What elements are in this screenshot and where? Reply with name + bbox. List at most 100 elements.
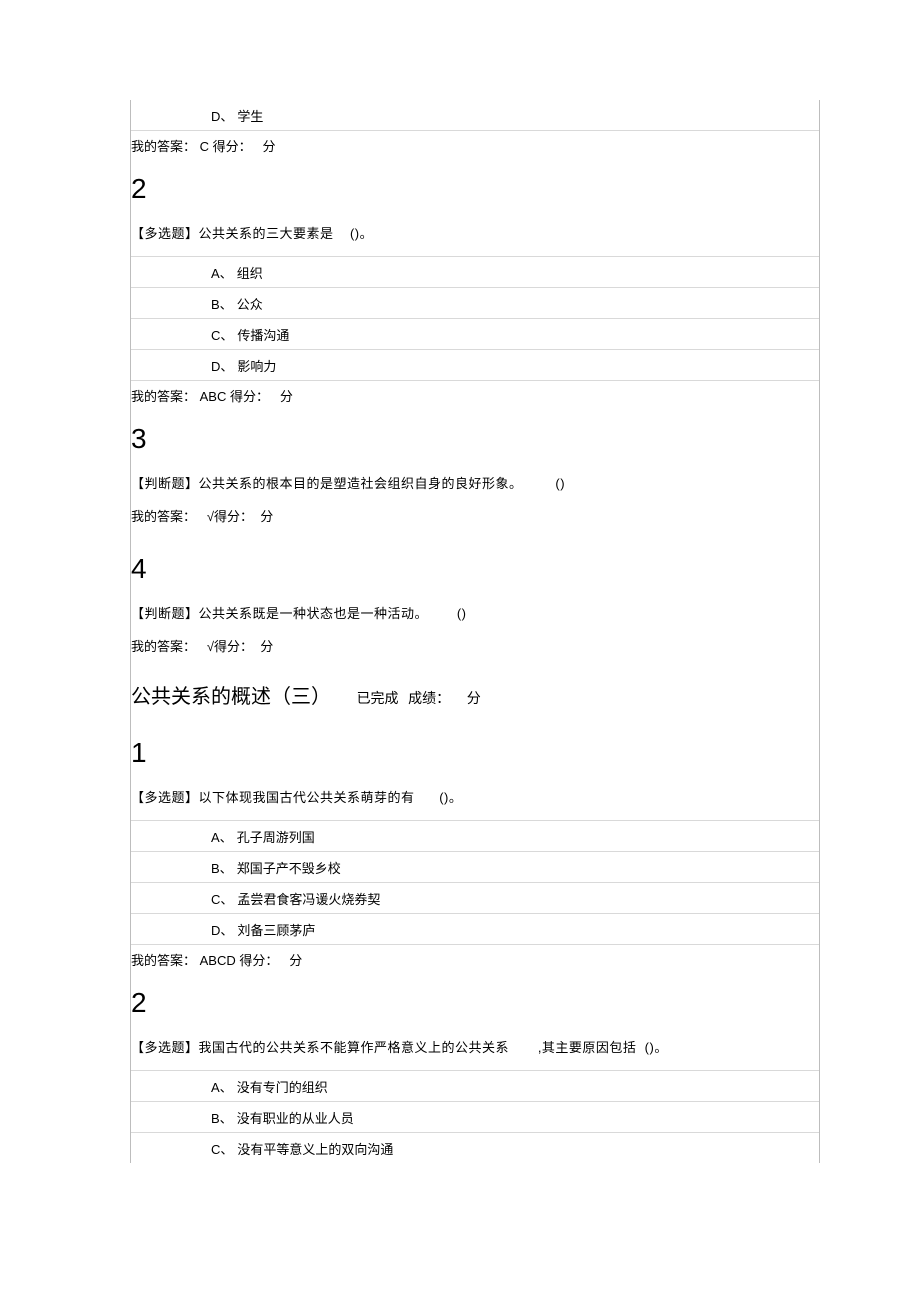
option-text: 没有职业的从业人员 [237,1111,354,1126]
option-text: 组织 [237,266,263,281]
section-score-unit: 分 [467,690,481,706]
option-row: C、没有平等意义上的双向沟通 [131,1132,819,1163]
option-punctuation: 、 [220,359,233,374]
stem-mid: ,其主要原因包括 [538,1040,637,1055]
option-text: 影响力 [237,359,276,374]
option-punctuation: 、 [220,892,233,907]
answer-value: C [200,139,209,154]
option-text: 传播沟通 [237,328,289,343]
stem-text: 【多选题】以下体现我国古代公共关系萌芽的有 [131,790,415,805]
score-label: 得分： [214,639,253,654]
page-container: D、学生 我的答案： C 得分： 分 2 【多选题】公共关系的三大要素是 ()。… [0,0,920,1303]
option-text: 没有专门的组织 [237,1080,328,1095]
stem-paren: ()。 [439,790,462,805]
option-row: B、没有职业的从业人员 [131,1101,819,1132]
answer-label: 我的答案： [131,639,196,654]
question-number: 4 [131,553,819,585]
option-letter: C [211,328,220,343]
question-stem: 【判断题】公共关系既是一种状态也是一种活动。 () [131,603,819,622]
option-letter: D [211,359,220,374]
option-row: D、刘备三顾茅庐 [131,913,819,944]
stem-text: 【多选题】我国古代的公共关系不能算作严格意义上的公共关系 [131,1040,509,1055]
option-punctuation: 、 [220,1080,233,1095]
option-text: 刘备三顾茅庐 [237,923,315,938]
option-text: 孟尝君食客冯谖火烧券契 [237,892,380,907]
option-punctuation: 、 [220,328,233,343]
option-punctuation: 、 [220,1142,233,1157]
option-row: A、组织 [131,256,819,287]
section-header: 公共关系的概述（三） 已完成 成绩： 分 [131,680,819,709]
score-label: 得分： [239,953,278,968]
section-score-label: 成绩： [408,690,450,706]
option-row: D、学生 [131,100,819,130]
option-letter: A [211,1080,220,1095]
answer-value: √ [207,639,214,654]
answer-label: 我的答案： [131,509,196,524]
stem-paren: ()。 [645,1040,668,1055]
option-letter: C [211,1142,220,1157]
my-answer-row: 我的答案： ABC 得分： 分 [131,380,819,405]
score-unit: 分 [263,139,276,154]
option-text: 没有平等意义上的双向沟通 [237,1142,393,1157]
option-letter: D [211,923,220,938]
my-answer-row: 我的答案： ABCD 得分： 分 [131,944,819,969]
question-number: 3 [131,423,819,455]
content-column: D、学生 我的答案： C 得分： 分 2 【多选题】公共关系的三大要素是 ()。… [130,100,820,1163]
question-stem: 【多选题】公共关系的三大要素是 ()。 [131,223,819,242]
question-number: 1 [131,737,819,769]
option-punctuation: 、 [220,923,233,938]
stem-text: 【判断题】公共关系既是一种状态也是一种活动。 [131,606,428,621]
option-letter: B [211,297,220,312]
answer-value: ABC [200,389,227,404]
option-letter: A [211,266,220,281]
option-letter: B [211,1111,220,1126]
score-unit: 分 [260,509,273,524]
option-letter: B [211,861,220,876]
answer-label: 我的答案： [131,953,196,968]
section-title-text: 公共关系的概述（三） [131,686,331,708]
option-text: 公众 [237,297,263,312]
answer-value: √ [207,509,214,524]
question-number: 2 [131,987,819,1019]
my-answer-row: 我的答案： √得分： 分 [131,506,819,525]
option-text: 孔子周游列国 [237,830,315,845]
my-answer-row: 我的答案： √得分： 分 [131,636,819,655]
option-punctuation: 、 [220,109,233,124]
stem-text: 【多选题】公共关系的三大要素是 [131,226,334,241]
option-letter: D [211,109,220,124]
score-label: 得分： [230,389,269,404]
option-row: B、郑国子产不毁乡校 [131,851,819,882]
answer-label: 我的答案： [131,389,196,404]
score-unit: 分 [280,389,293,404]
score-label: 得分： [214,509,253,524]
stem-paren: ()。 [350,226,373,241]
option-row: D、影响力 [131,349,819,380]
answer-label: 我的答案： [131,139,196,154]
question-number: 2 [131,173,819,205]
stem-text: 【判断题】公共关系的根本目的是塑造社会组织自身的良好形象。 [131,476,523,491]
option-row: C、孟尝君食客冯谖火烧券契 [131,882,819,913]
option-text: 学生 [237,109,263,124]
answer-value: ABCD [200,953,236,968]
option-punctuation: 、 [220,830,233,845]
option-row: A、没有专门的组织 [131,1070,819,1101]
option-row: C、传播沟通 [131,318,819,349]
option-punctuation: 、 [220,861,233,876]
my-answer-row: 我的答案： C 得分： 分 [131,130,819,155]
option-punctuation: 、 [220,266,233,281]
option-text: 郑国子产不毁乡校 [237,861,341,876]
stem-paren: () [555,476,565,491]
option-punctuation: 、 [220,297,233,312]
option-letter: C [211,892,220,907]
question-stem: 【多选题】以下体现我国古代公共关系萌芽的有 ()。 [131,787,819,806]
score-unit: 分 [260,639,273,654]
option-row: A、孔子周游列国 [131,820,819,851]
option-row: B、公众 [131,287,819,318]
question-stem: 【多选题】我国古代的公共关系不能算作严格意义上的公共关系 ,其主要原因包括 ()… [131,1037,819,1056]
stem-paren: () [457,606,467,621]
question-stem: 【判断题】公共关系的根本目的是塑造社会组织自身的良好形象。 () [131,473,819,492]
section-status: 已完成 [357,690,399,706]
option-letter: A [211,830,220,845]
option-punctuation: 、 [220,1111,233,1126]
score-label: 得分： [213,139,252,154]
